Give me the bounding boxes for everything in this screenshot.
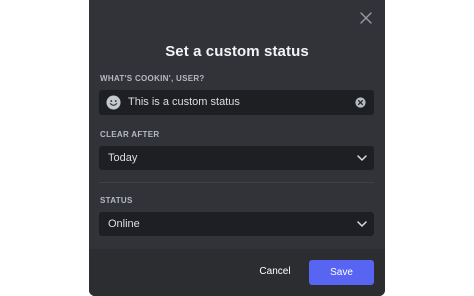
save-button[interactable]: Save — [309, 260, 374, 285]
status-selected: Online — [108, 218, 140, 230]
close-icon — [360, 12, 372, 24]
status-label: STATUS — [100, 196, 133, 205]
page-background: Set a custom status WHAT'S COOKIN', USER… — [0, 0, 474, 296]
clear-after-dropdown[interactable]: Today — [99, 146, 374, 170]
modal-title: Set a custom status — [165, 43, 309, 60]
chevron-down-icon — [357, 155, 367, 161]
section-divider — [99, 182, 374, 183]
status-field-label: WHAT'S COOKIN', USER? — [100, 74, 205, 83]
custom-status-input[interactable]: This is a custom status — [99, 90, 374, 115]
chevron-down-icon — [357, 221, 367, 227]
status-dropdown[interactable]: Online — [99, 212, 374, 236]
clear-circle-x-icon[interactable] — [355, 97, 366, 108]
smile-emoji-icon[interactable] — [106, 95, 121, 110]
clear-after-selected: Today — [108, 152, 138, 164]
close-button[interactable] — [356, 8, 376, 28]
cancel-button[interactable]: Cancel — [252, 260, 298, 284]
clear-after-label: CLEAR AFTER — [100, 130, 160, 139]
modal-footer: Cancel Save — [89, 249, 385, 296]
custom-status-modal: Set a custom status WHAT'S COOKIN', USER… — [89, 0, 385, 296]
custom-status-value[interactable]: This is a custom status — [128, 96, 240, 108]
